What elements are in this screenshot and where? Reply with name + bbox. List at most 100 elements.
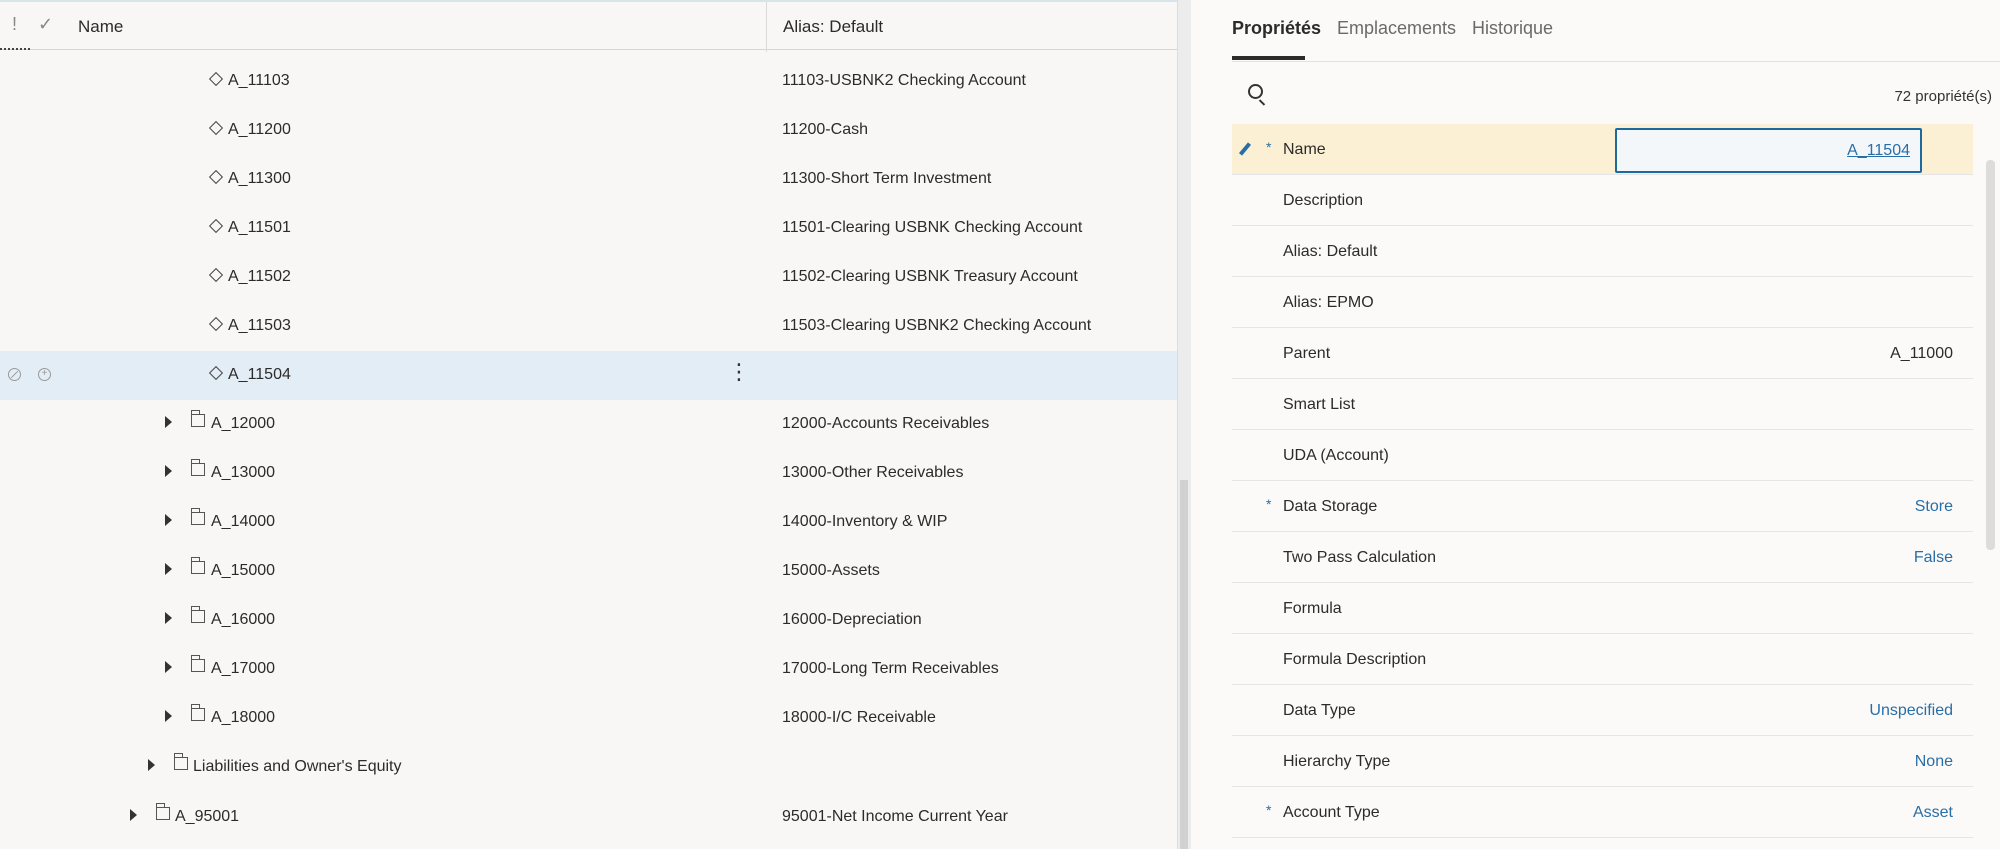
- folder-icon: [190, 508, 205, 525]
- edit-pencil-icon: [1238, 142, 1252, 156]
- tree-row[interactable]: A_17000 17000-Long Term Receivables: [0, 645, 1177, 694]
- property-count: 72 propriété(s): [1894, 88, 1992, 105]
- property-name: Formula: [1283, 600, 1342, 617]
- tree-row[interactable]: A_18000 18000-I/C Receivable: [0, 694, 1177, 743]
- tree-row[interactable]: A_12000 12000-Accounts Receivables: [0, 400, 1177, 449]
- property-row[interactable]: Formula Description: [1232, 634, 1973, 685]
- alias-column-header[interactable]: Alias: Default: [783, 17, 883, 37]
- member-name: A_95001: [175, 808, 240, 825]
- tree-row[interactable]: Liabilities and Owner's Equity: [0, 743, 1177, 792]
- property-value-link[interactable]: None: [1915, 753, 1953, 771]
- folder-icon: [190, 655, 205, 672]
- tree-row[interactable]: A_11501 11501-Clearing USBNK Checking Ac…: [0, 204, 1177, 253]
- property-row[interactable]: UDA (Account): [1232, 430, 1973, 481]
- validation-column-header[interactable]: !: [12, 14, 17, 35]
- property-row[interactable]: * Account Type Asset: [1232, 787, 1973, 838]
- member-diamond-icon: [208, 169, 224, 185]
- property-name: Hierarchy Type: [1283, 753, 1391, 770]
- folder-icon: [190, 459, 205, 476]
- property-row[interactable]: Parent A_11000: [1232, 328, 1973, 379]
- property-row[interactable]: Hierarchy Type None: [1232, 736, 1973, 787]
- expand-caret-icon[interactable]: [130, 809, 137, 821]
- required-marker: *: [1266, 496, 1272, 512]
- name-field[interactable]: [1615, 128, 1922, 173]
- member-name: A_11504: [228, 366, 291, 383]
- property-row[interactable]: Description: [1232, 175, 1973, 226]
- active-tab-indicator: [1232, 56, 1305, 60]
- tree-row[interactable]: A_11503 11503-Clearing USBNK2 Checking A…: [0, 302, 1177, 351]
- tree-row[interactable]: A_11200 11200-Cash: [0, 106, 1177, 155]
- expand-caret-icon[interactable]: [165, 563, 172, 575]
- check-column-header[interactable]: ✓: [38, 14, 53, 35]
- folder-icon: [190, 704, 205, 721]
- property-row[interactable]: Formula: [1232, 583, 1973, 634]
- tree-row[interactable]: A_14000 14000-Inventory & WIP: [0, 498, 1177, 547]
- member-alias: 16000-Depreciation: [782, 611, 922, 628]
- property-row[interactable]: Alias: EPMO: [1232, 277, 1973, 328]
- property-value-link[interactable]: False: [1914, 549, 1953, 567]
- member-name: A_11103: [228, 72, 290, 89]
- property-name: Data Type: [1283, 702, 1356, 719]
- property-row[interactable]: * Data Storage Store: [1232, 481, 1973, 532]
- expand-caret-icon[interactable]: [165, 661, 172, 673]
- tab-proprietes[interactable]: Propriétés: [1232, 18, 1321, 39]
- tree-row[interactable]: A_15000 15000-Assets: [0, 547, 1177, 596]
- expand-caret-icon[interactable]: [165, 514, 172, 526]
- grid-scrollbar-thumb[interactable]: [1180, 480, 1188, 849]
- property-value-link[interactable]: Unspecified: [1869, 702, 1953, 720]
- property-row[interactable]: Smart List: [1232, 379, 1973, 430]
- member-name: A_11503: [228, 317, 291, 334]
- member-diamond-icon: [208, 267, 224, 283]
- member-name: A_17000: [211, 660, 276, 677]
- folder-icon: [155, 803, 170, 820]
- tree-row[interactable]: A_95001 95001-Net Income Current Year: [0, 793, 1177, 842]
- member-name: A_11502: [228, 268, 291, 285]
- member-diamond-icon: [208, 316, 224, 332]
- member-name: A_14000: [211, 513, 276, 530]
- expand-caret-icon[interactable]: [165, 465, 172, 477]
- column-divider[interactable]: [766, 2, 767, 52]
- tab-emplacements[interactable]: Emplacements: [1337, 18, 1456, 39]
- property-value: A_11000: [1890, 345, 1953, 362]
- member-name: A_13000: [211, 464, 276, 481]
- property-value-link[interactable]: Asset: [1913, 804, 1953, 822]
- property-row-name[interactable]: * Name: [1232, 124, 1973, 175]
- member-alias: 17000-Long Term Receivables: [782, 660, 999, 677]
- member-alias: 11103-USBNK2 Checking Account: [782, 72, 1026, 89]
- column-resize-handle[interactable]: [0, 48, 30, 50]
- member-name: A_11300: [228, 170, 291, 187]
- tree-row-selected[interactable]: + A_11504 ⋮: [0, 351, 1177, 400]
- add-icon[interactable]: +: [38, 368, 51, 381]
- member-name: Liabilities and Owner's Equity: [193, 758, 402, 775]
- tab-historique[interactable]: Historique: [1472, 18, 1553, 39]
- property-row[interactable]: Alias: Default: [1232, 226, 1973, 277]
- member-name: A_11501: [228, 219, 291, 236]
- expand-caret-icon[interactable]: [165, 416, 172, 428]
- expand-caret-icon[interactable]: [165, 710, 172, 722]
- search-icon[interactable]: [1248, 84, 1263, 99]
- property-name: Smart List: [1283, 396, 1356, 413]
- row-actions-menu-icon[interactable]: ⋮: [728, 361, 750, 383]
- property-name: Data Storage: [1283, 498, 1378, 515]
- tree-row[interactable]: A_13000 13000-Other Receivables: [0, 449, 1177, 498]
- folder-icon: [173, 753, 188, 770]
- name-column-header[interactable]: Name: [78, 17, 123, 37]
- property-row[interactable]: Two Pass Calculation False: [1232, 532, 1973, 583]
- status-icon[interactable]: [8, 368, 21, 381]
- expand-caret-icon[interactable]: [148, 759, 155, 771]
- properties-scrollbar[interactable]: [1986, 160, 1995, 550]
- folder-icon: [190, 410, 205, 427]
- property-value-link[interactable]: Store: [1915, 498, 1953, 516]
- property-name: Alias: Default: [1283, 243, 1378, 260]
- tree-row[interactable]: A_11502 11502-Clearing USBNK Treasury Ac…: [0, 253, 1177, 302]
- property-row[interactable]: Data Type Unspecified: [1232, 685, 1973, 736]
- tree-row[interactable]: A_11103 11103-USBNK2 Checking Account: [0, 57, 1177, 106]
- tree-row[interactable]: A_11300 11300-Short Term Investment: [0, 155, 1177, 204]
- panel-splitter[interactable]: [1177, 0, 1191, 849]
- property-name: UDA (Account): [1283, 447, 1389, 464]
- property-name: Two Pass Calculation: [1283, 549, 1436, 566]
- expand-caret-icon[interactable]: [165, 612, 172, 624]
- tree-row[interactable]: A_16000 16000-Depreciation: [0, 596, 1177, 645]
- member-name: A_15000: [211, 562, 276, 579]
- folder-icon: [190, 557, 205, 574]
